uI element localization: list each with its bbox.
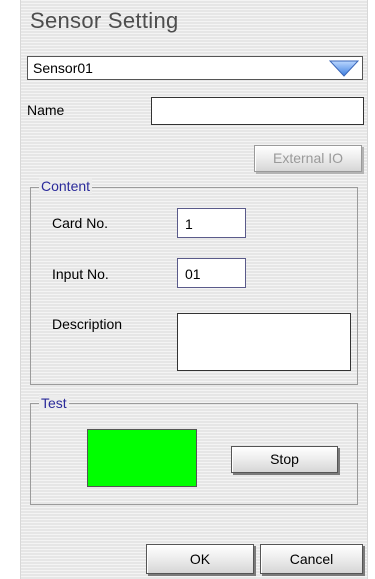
sensor-select-value: Sensor01 (33, 60, 93, 76)
name-label: Name (27, 102, 65, 118)
cancel-button[interactable]: Cancel (260, 544, 363, 574)
external-io-button[interactable]: External IO (254, 145, 362, 172)
card-no-field[interactable]: 1 (177, 208, 246, 238)
test-legend: Test (39, 395, 69, 411)
input-no-label: Input No. (52, 266, 109, 282)
dropdown-arrow-icon[interactable] (329, 60, 359, 77)
sensor-select[interactable]: Sensor01 (27, 56, 363, 80)
card-no-value: 1 (185, 216, 193, 232)
name-input[interactable] (151, 97, 364, 125)
sensor-setting-dialog: Sensor Setting Sensor01 Name External IO… (20, 0, 368, 579)
stop-button[interactable]: Stop (231, 446, 338, 473)
ok-button[interactable]: OK (146, 544, 254, 574)
input-no-value: 01 (185, 266, 201, 282)
test-status-indicator (87, 429, 197, 487)
dialog-title: Sensor Setting (30, 8, 179, 33)
content-legend: Content (39, 178, 93, 194)
input-no-field[interactable]: 01 (177, 258, 246, 288)
card-no-label: Card No. (52, 215, 109, 231)
description-label: Description (52, 316, 123, 332)
description-textarea[interactable] (177, 313, 351, 371)
